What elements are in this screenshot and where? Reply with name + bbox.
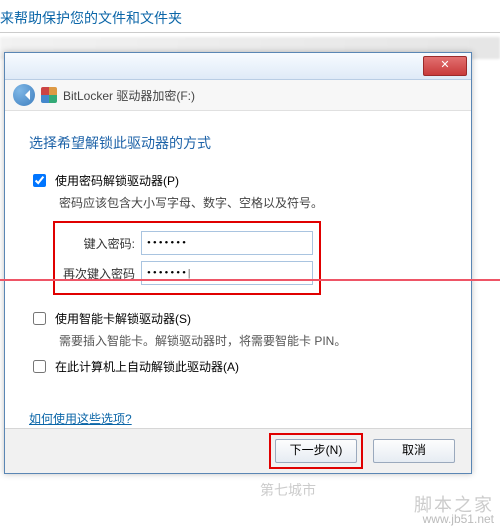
cancel-button[interactable]: 取消 [373,439,455,463]
watermark-url: www.jb51.net [414,512,494,526]
back-icon[interactable] [13,84,35,106]
password-hint: 密码应该包含大小写字母、数字、空格以及符号。 [59,194,447,211]
opt-smartcard-row[interactable]: 使用智能卡解锁驱动器(S) [29,309,447,328]
divider [0,32,500,33]
password-input[interactable] [141,231,313,255]
toolbar: BitLocker 驱动器加密(F:) [5,80,471,111]
red-rule-annotation [0,279,500,281]
opt-password-label: 使用密码解锁驱动器(P) [55,172,179,189]
toolbar-title: BitLocker 驱动器加密(F:) [63,87,195,104]
dialog-footer: 下一步(N) 取消 [5,428,471,473]
dialog-content: 选择希望解锁此驱动器的方式 使用密码解锁驱动器(P) 密码应该包含大小写字母、数… [5,111,471,435]
watermark-right: 脚本之家 www.jb51.net [414,498,494,526]
smartcard-hint: 需要插入智能卡。解锁驱动器时，将需要智能卡 PIN。 [59,332,447,349]
opt-auto-row[interactable]: 在此计算机上自动解锁此驱动器(A) [29,357,447,376]
opt-smartcard-label: 使用智能卡解锁驱动器(S) [55,310,191,327]
page-title: 来帮助保护您的文件和文件夹 [0,0,500,32]
watermark-site: 脚本之家 [414,498,494,512]
opt-smartcard-checkbox[interactable] [33,312,46,325]
highlight-password-fields: 键入密码: 再次键入密码 [53,221,321,295]
titlebar: ✕ [5,53,471,80]
help-link[interactable]: 如何使用这些选项? [29,410,132,427]
next-button[interactable]: 下一步(N) [275,439,357,463]
highlight-next-button: 下一步(N) [269,433,363,469]
opt-password-checkbox[interactable] [33,174,46,187]
opt-auto-checkbox[interactable] [33,360,46,373]
bitlocker-dialog: ✕ BitLocker 驱动器加密(F:) 选择希望解锁此驱动器的方式 使用密码… [4,52,472,474]
watermark-center: 第七城市 [260,480,316,500]
opt-auto-label: 在此计算机上自动解锁此驱动器(A) [55,358,239,375]
shield-icon [41,87,57,103]
confirm-password-input[interactable] [141,261,313,285]
password-label: 键入密码: [57,235,135,252]
heading: 选择希望解锁此驱动器的方式 [29,133,447,153]
close-button[interactable]: ✕ [423,56,467,76]
opt-password-row[interactable]: 使用密码解锁驱动器(P) [29,171,447,190]
